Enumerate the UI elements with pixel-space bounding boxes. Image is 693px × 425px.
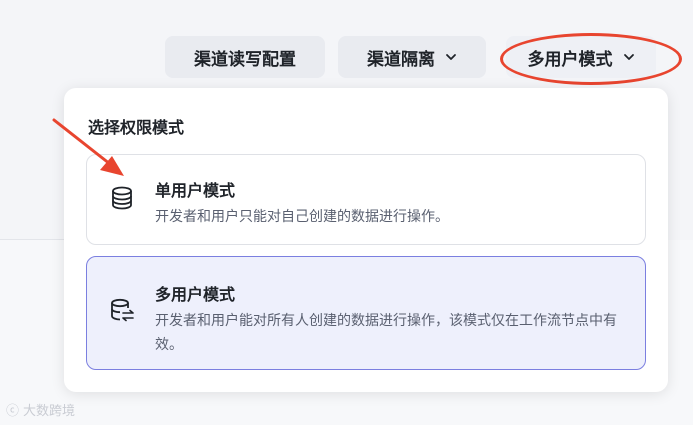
chevron-down-icon <box>446 54 456 60</box>
option-description: 开发者和用户只能对自己创建的数据进行操作。 <box>155 209 449 225</box>
channel-isolation-label: 渠道隔离 <box>367 49 435 70</box>
option-title: 多用户模式 <box>155 285 236 304</box>
watermark-logo-icon: ⓒ <box>6 404 20 419</box>
option-multi-user[interactable]: 多用户模式 开发者和用户能对所有人创建的数据进行操作，该模式仅在工作流节点中有效… <box>86 256 646 370</box>
channel-isolation-dropdown[interactable]: 渠道隔离 <box>338 36 486 78</box>
annotation-arrow-icon <box>52 118 124 176</box>
permission-mode-panel: 选择权限模式 单用户模式 开发者和用户只能对自己创建的数据进行操作。 多用户模式… <box>64 88 668 392</box>
divider <box>0 239 70 240</box>
annotation-ellipse <box>500 33 682 85</box>
option-description: 开发者和用户能对所有人创建的数据进行操作，该模式仅在工作流节点中有效。 <box>155 313 617 353</box>
watermark-text: 大数跨境 <box>23 404 76 419</box>
option-title: 单用户模式 <box>155 181 236 200</box>
channel-rw-config-label: 渠道读写配置 <box>194 49 296 70</box>
database-swap-icon <box>111 298 134 322</box>
channel-rw-config-button[interactable]: 渠道读写配置 <box>165 36 325 78</box>
option-single-user[interactable]: 单用户模式 开发者和用户只能对自己创建的数据进行操作。 <box>86 154 646 245</box>
watermark: ⓒ 大数跨境 <box>6 400 75 419</box>
database-icon <box>112 186 132 210</box>
